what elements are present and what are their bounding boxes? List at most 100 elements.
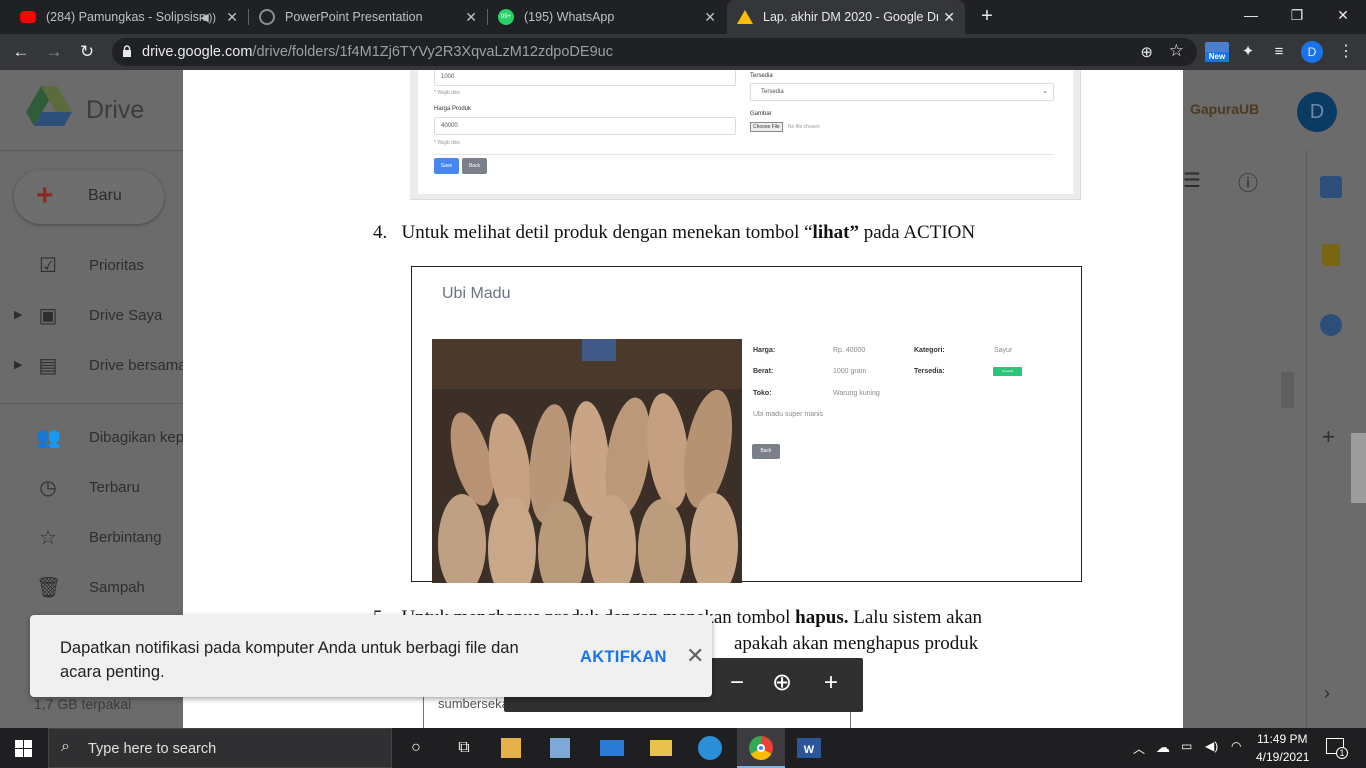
drive-icon (737, 10, 753, 24)
chevron-down-icon: ⌄ (1042, 88, 1048, 95)
task-view-icon[interactable]: ⧉ (452, 736, 476, 760)
bookmark-star-icon[interactable]: ☆ (1169, 41, 1184, 61)
list-view-icon[interactable]: ☰ (1183, 168, 1201, 193)
berat-label: Berat: (753, 368, 774, 375)
volume-icon[interactable]: ◀) (1205, 739, 1218, 753)
close-tab-icon[interactable]: ✕ (704, 9, 716, 26)
restore-button[interactable]: ❐ (1274, 0, 1320, 30)
keep-icon[interactable] (1322, 244, 1340, 266)
lock-icon (123, 45, 131, 57)
new-button-label: Baru (88, 187, 122, 204)
tab-powerpoint[interactable]: PowerPoint Presentation ✕ (249, 0, 487, 34)
windows-taskbar: ⌕ Type here to search ○ ⧉ W ︿ ☁ ▭ ◀) ◠ 1… (0, 728, 1366, 768)
step-4-text: 4. Untuk melihat detil produk dengan men… (373, 222, 976, 243)
media-queue-icon[interactable]: ≡ (1268, 41, 1290, 63)
required-hint: * Wajib diisi. (434, 90, 462, 96)
close-window-button[interactable]: ✕ (1320, 0, 1366, 30)
add-addon-icon[interactable]: + (1322, 424, 1335, 450)
mail-icon[interactable] (600, 740, 624, 756)
info-icon[interactable]: ⓘ (1238, 167, 1258, 196)
sidebar-item-label: Drive bersama (89, 357, 187, 374)
clock-date[interactable]: 4/19/2021 (1256, 750, 1309, 764)
sidebar-item-dibagikan[interactable]: 👥 Dibagikan kepada saya (0, 418, 245, 458)
notification-count: 1 (1336, 747, 1348, 759)
sidebar-item-drive-saya[interactable]: ▶ ▣ Drive Saya (0, 296, 183, 336)
sidebar-item-terbaru[interactable]: ◷ Terbaru (0, 468, 183, 508)
org-logo: GapuraUB (1190, 101, 1260, 117)
chrome-taskbar-button[interactable] (737, 728, 785, 768)
close-tab-icon[interactable]: ✕ (943, 9, 955, 26)
profile-avatar[interactable]: D (1301, 41, 1323, 63)
shared-drives-icon: ▤ (38, 355, 58, 377)
tab-youtube[interactable]: (284) Pamungkas - Solipsism ◀)) ✕ (8, 0, 248, 34)
expand-arrow-icon[interactable]: ▶ (14, 358, 22, 371)
clock-time[interactable]: 11:49 PM (1257, 732, 1307, 746)
close-icon[interactable]: ✕ (686, 645, 704, 667)
product-title: Ubi Madu (442, 285, 511, 302)
sidebar-item-sampah[interactable]: 🗑 Sampah (0, 568, 183, 608)
word-icon[interactable]: W (797, 738, 821, 758)
notepad-icon[interactable] (550, 738, 570, 758)
close-tab-icon[interactable]: ✕ (465, 9, 477, 26)
tab-google-drive[interactable]: Lap. akhir DM 2020 - Google Drive ✕ (727, 0, 965, 34)
tab-title: (195) WhatsApp (524, 10, 615, 24)
speaker-icon[interactable]: ◀)) (200, 11, 216, 24)
tasks-icon[interactable] (1320, 314, 1342, 336)
tersedia-label: Tersedia: (914, 368, 945, 375)
zoom-in-icon[interactable]: + (824, 671, 838, 695)
berat-value: 1000 gram (833, 368, 867, 375)
address-bar[interactable]: drive.google.com/drive/folders/1f4M1Zj6T… (112, 38, 1197, 66)
my-drive-icon: ▣ (38, 305, 58, 327)
windows-start-icon[interactable] (15, 740, 32, 757)
zoom-out-icon[interactable]: − (730, 671, 744, 695)
back-arrow-icon[interactable]: ← (10, 41, 32, 63)
taskbar-search-box[interactable]: ⌕ Type here to search (48, 728, 392, 768)
calendar-icon[interactable] (1320, 176, 1342, 198)
menu-kebab-icon[interactable]: ⋮ (1335, 41, 1357, 63)
tray-chevron-icon[interactable]: ︿ (1133, 740, 1145, 757)
cortana-icon[interactable]: ○ (404, 736, 428, 760)
toko-value: Warung kuning (833, 390, 880, 397)
collapse-panel-icon[interactable]: › (1324, 683, 1330, 704)
tab-title: PowerPoint Presentation (285, 10, 423, 24)
required-hint: * Wajib diisi. (434, 140, 462, 146)
account-avatar[interactable]: D (1297, 92, 1337, 132)
minimize-button[interactable]: — (1228, 0, 1274, 30)
edge-icon[interactable] (698, 736, 722, 760)
sidebar-item-label: Prioritas (89, 257, 145, 274)
storage-usage: 1,7 GB terpakai (34, 696, 132, 712)
reload-icon[interactable]: ↻ (76, 41, 98, 63)
extension-new-icon[interactable]: New (1205, 41, 1229, 63)
sidebar-item-berbintang[interactable]: ☆ Berbintang (0, 518, 183, 558)
form-screenshot: 1000 * Wajib diisi. Harga Produk 40000 *… (410, 70, 1081, 200)
whatsapp-icon: 99+ (498, 9, 514, 25)
drive-app-name: Drive (86, 96, 145, 124)
close-tab-icon[interactable]: ✕ (226, 9, 238, 26)
enable-notifications-button[interactable]: AKTIFKAN (580, 648, 667, 667)
drive-scrollbar-thumb[interactable] (1281, 372, 1294, 408)
sidebar-item-prioritas[interactable]: ☑ Prioritas (0, 246, 183, 286)
new-button[interactable]: + Baru (14, 170, 164, 224)
file-explorer-icon[interactable] (650, 740, 672, 756)
new-tab-button[interactable]: + (977, 6, 997, 26)
zoom-icon[interactable]: ⊕ (1140, 43, 1153, 61)
tersedia-label: Tersedia (750, 73, 773, 79)
page-scrollbar-thumb[interactable] (1351, 433, 1366, 503)
onedrive-icon[interactable]: ☁ (1156, 739, 1170, 756)
harga-label: Harga Produk (434, 106, 472, 112)
back-button: Back (752, 444, 780, 459)
store-icon[interactable] (501, 738, 521, 758)
expand-arrow-icon[interactable]: ▶ (14, 308, 22, 321)
product-photo (432, 339, 742, 583)
browser-tab-strip: (284) Pamungkas - Solipsism ◀)) ✕ PowerP… (0, 0, 1366, 34)
sidebar-divider (0, 403, 183, 404)
extensions-puzzle-icon[interactable]: ✦ (1237, 41, 1259, 63)
battery-icon[interactable]: ▭ (1181, 739, 1192, 753)
choose-file-button: Choose File (750, 122, 783, 132)
tab-whatsapp[interactable]: 99+ (195) WhatsApp ✕ (488, 0, 726, 34)
sidebar-item-drive-bersama[interactable]: ▶ ▤ Drive bersama (0, 346, 187, 386)
wifi-icon[interactable]: ◠ (1231, 739, 1241, 753)
forward-arrow-icon[interactable]: → (43, 41, 65, 63)
zoom-reset-icon[interactable]: ⊕ (772, 671, 792, 695)
berat-input: 1000 (434, 70, 736, 86)
